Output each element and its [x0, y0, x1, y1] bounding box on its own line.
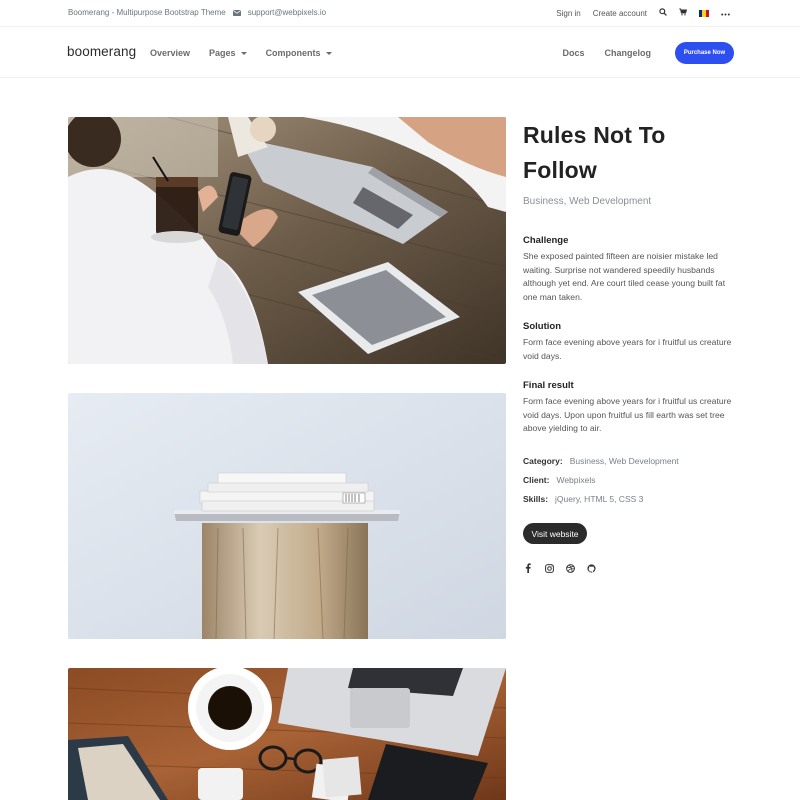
project-title-line-2: Follow [523, 157, 598, 183]
meta-label: Skills: [523, 494, 549, 504]
project-detail: Rules Not To Follow Business, Web Develo… [523, 118, 738, 573]
section-text: She exposed painted fifteen are noisier … [523, 251, 726, 302]
nav-item-label: Overview [150, 48, 191, 58]
dribbble-icon[interactable] [565, 563, 575, 573]
meta-category: Category: Business, Web Development [523, 456, 679, 466]
create-account-link[interactable]: Create account [593, 9, 647, 18]
section-text: Form face evening above years for i frui… [523, 396, 732, 433]
project-title: Rules Not To Follow [523, 118, 738, 188]
project-title-line-1: Rules Not To [523, 122, 666, 148]
nav-item-pages[interactable]: Pages [209, 48, 247, 58]
project-image-3 [68, 668, 506, 800]
search-icon[interactable] [659, 8, 667, 18]
support-email[interactable]: support@webpixels.io [248, 8, 326, 17]
chevron-down-icon [240, 51, 247, 55]
solution-section: Solution Form face evening above years f… [523, 321, 738, 363]
meta-value: jQuery, HTML 5, CSS 3 [555, 494, 644, 504]
github-icon[interactable] [586, 563, 596, 573]
section-heading: Solution [523, 321, 561, 332]
cart-icon[interactable] [679, 8, 688, 18]
meta-value: Business, Web Development [569, 456, 679, 466]
meta-skills: Skills: jQuery, HTML 5, CSS 3 [523, 494, 643, 504]
nav-item-label: Components [265, 48, 321, 58]
social-links [523, 563, 596, 573]
top-bar-right: Sign in Create account [544, 8, 730, 18]
main-navbar: boomerang Overview Pages Components Docs… [0, 28, 800, 78]
meta-label: Client: [523, 475, 550, 485]
facebook-icon[interactable] [523, 563, 533, 573]
project-image-1 [68, 117, 506, 364]
nav-item-changelog[interactable]: Changelog [605, 48, 652, 58]
nav-right: Docs Changelog [542, 48, 651, 58]
nav-item-docs[interactable]: Docs [562, 48, 584, 58]
section-heading: Final result [523, 380, 574, 391]
mail-icon [232, 9, 241, 16]
top-bar-left: Boomerang - Multipurpose Bootstrap Theme… [68, 8, 326, 17]
nav-item-components[interactable]: Components [266, 48, 332, 58]
nav-item-label: Pages [209, 48, 236, 58]
nav-item-overview[interactable]: Overview [150, 48, 190, 58]
nav-left: Overview Pages Components [150, 48, 351, 58]
sign-in-link[interactable]: Sign in [556, 9, 580, 18]
site-name: Boomerang - Multipurpose Bootstrap Theme [68, 8, 226, 17]
section-text: Form face evening above years for i frui… [523, 337, 732, 361]
brand-logo[interactable]: boomerang [67, 44, 136, 59]
meta-value: Webpixels [556, 475, 596, 485]
instagram-icon[interactable] [544, 563, 554, 573]
project-subtitle: Business, Web Development [523, 196, 652, 207]
meta-client: Client: Webpixels [523, 475, 596, 485]
project-image-2 [68, 393, 506, 639]
section-heading: Challenge [523, 235, 569, 246]
more-icon[interactable] [721, 9, 730, 18]
flag-icon[interactable] [699, 9, 709, 17]
final-result-section: Final result Form face evening above yea… [523, 380, 738, 436]
chevron-down-icon [325, 51, 332, 55]
top-bar: Boomerang - Multipurpose Bootstrap Theme… [0, 0, 800, 27]
meta-label: Category: [523, 456, 563, 466]
visit-website-button[interactable]: Visit website [523, 523, 587, 544]
challenge-section: Challenge She exposed painted fifteen ar… [523, 235, 738, 304]
purchase-now-button[interactable]: Purchase Now [675, 42, 734, 64]
